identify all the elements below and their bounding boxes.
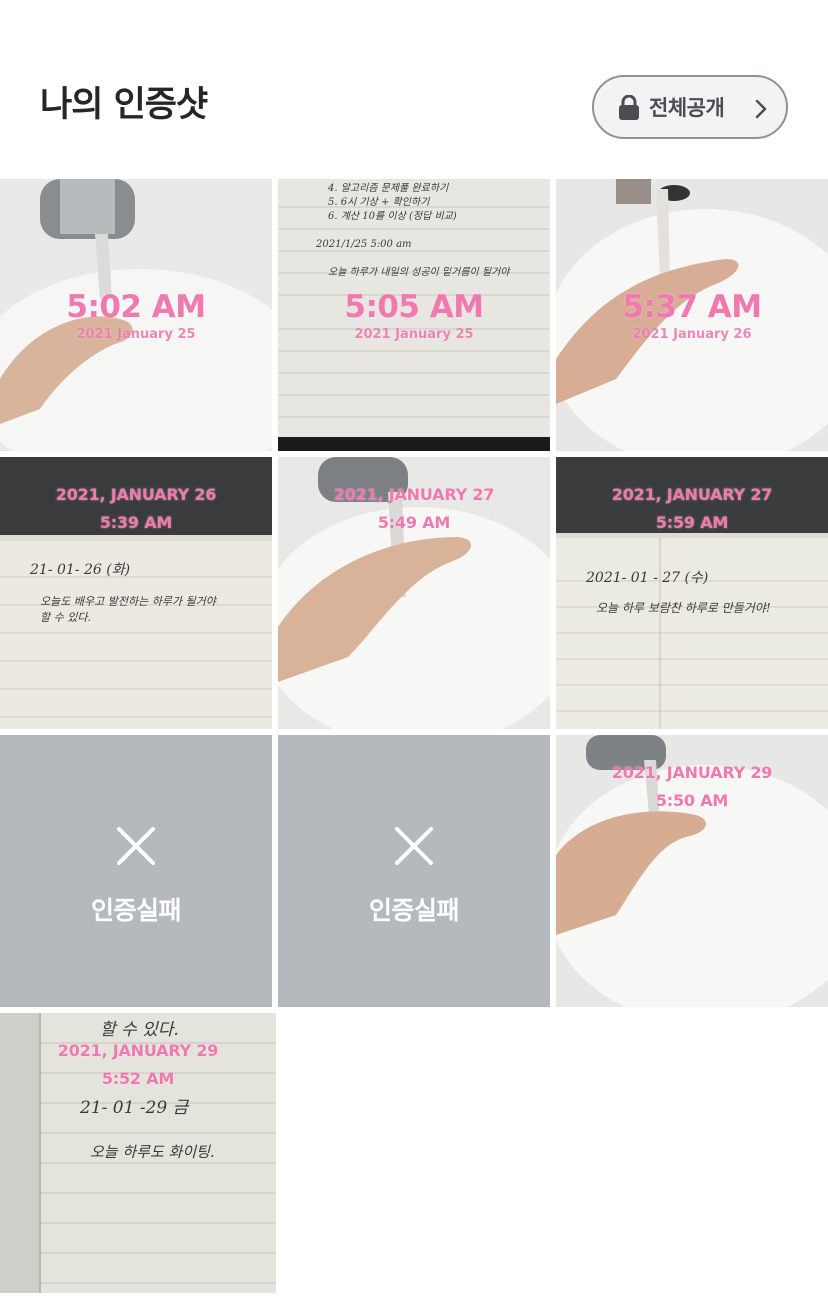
photo-date: 2021 January 25 [354, 327, 474, 342]
note-text: 오늘 하루도 화이팅. [90, 1143, 215, 1161]
note-text: 오늘 하루 보람찬 하루로 만들거야! [596, 601, 771, 615]
photo-time: 5:05 AM [344, 289, 484, 325]
photo-time: 5:39 AM [99, 513, 173, 532]
photo-tile[interactable]: 2021, JANUARY 27 5:59 AM 2021- 01 - 27 (… [556, 457, 828, 729]
photo-time: 5:59 AM [655, 513, 729, 532]
visibility-button[interactable]: 전체공개 [592, 75, 788, 139]
photo-tile[interactable]: 5:37 AM 2021 January 26 [556, 179, 828, 451]
fail-label: 인증실패 [368, 896, 460, 925]
note-text: 5. 6시 기상 + 확인하기 [328, 197, 430, 208]
photo-tile[interactable]: 2021, JANUARY 27 5:49 AM [278, 457, 550, 729]
photo-tile[interactable]: 할 수 있다. 2021, JANUARY 29 5:52 AM 21- 01 … [0, 1013, 276, 1293]
note-text: 21- 01 -29 금 [80, 1098, 189, 1118]
fail-label: 인증실패 [90, 896, 182, 925]
photo-tile[interactable]: 2021, JANUARY 26 5:39 AM 21- 01- 26 (화) … [0, 457, 272, 729]
page-title: 나의 인증샷 [40, 85, 208, 125]
note-text: 4. 알고리즘 문제풀 완료하기 [328, 183, 449, 194]
photo-date: 2021, JANUARY 29 [57, 1041, 219, 1060]
note-text: 오늘 하루가 내일의 성공이 밑거름이 될거야 [328, 267, 510, 278]
photo-date: 2021, JANUARY 26 [55, 485, 217, 504]
lock-icon [619, 95, 639, 120]
photo-date: 2021 January 26 [632, 327, 752, 342]
note-text: 오늘도 배우고 발전하는 하루가 될거야 [40, 595, 216, 608]
note-text: 할 수 있다. [40, 611, 91, 624]
note-text: 2021- 01 - 27 (수) [586, 570, 709, 586]
photo-time: 5:49 AM [377, 513, 451, 532]
photo-time: 5:37 AM [622, 289, 762, 325]
photo-date: 2021 January 25 [76, 327, 196, 342]
photo-time: 5:50 AM [655, 791, 729, 810]
note-text: 6. 계산 10를 이상 (정답 비교) [328, 211, 457, 222]
page-header: 나의 인증샷 전체공개 [0, 0, 828, 178]
photo-tile[interactable]: 2021, JANUARY 29 5:50 AM [556, 735, 828, 1007]
photo-time: 5:02 AM [66, 289, 206, 325]
note-text: 21- 01- 26 (화) [30, 562, 131, 578]
close-icon [117, 827, 155, 865]
note-text: 2021/1/25 5:00 am [316, 239, 412, 250]
photo-date: 2021, JANUARY 27 [611, 485, 773, 504]
close-icon [395, 827, 433, 865]
note-text: 할 수 있다. [100, 1020, 179, 1040]
visibility-label: 전체공개 [649, 96, 725, 120]
photo-tile[interactable]: 5:02 AM 2021 January 25 [0, 179, 272, 451]
chevron-right-icon [755, 99, 767, 119]
photo-tile[interactable]: 4. 알고리즘 문제풀 완료하기 5. 6시 기상 + 확인하기 6. 계산 1… [278, 179, 550, 451]
photo-date: 2021, JANUARY 27 [333, 485, 495, 504]
photo-time: 5:52 AM [101, 1069, 175, 1088]
failed-tile[interactable]: 인증실패 [0, 735, 272, 1007]
photo-date: 2021, JANUARY 29 [611, 763, 773, 782]
failed-tile[interactable]: 인증실패 [278, 735, 550, 1007]
